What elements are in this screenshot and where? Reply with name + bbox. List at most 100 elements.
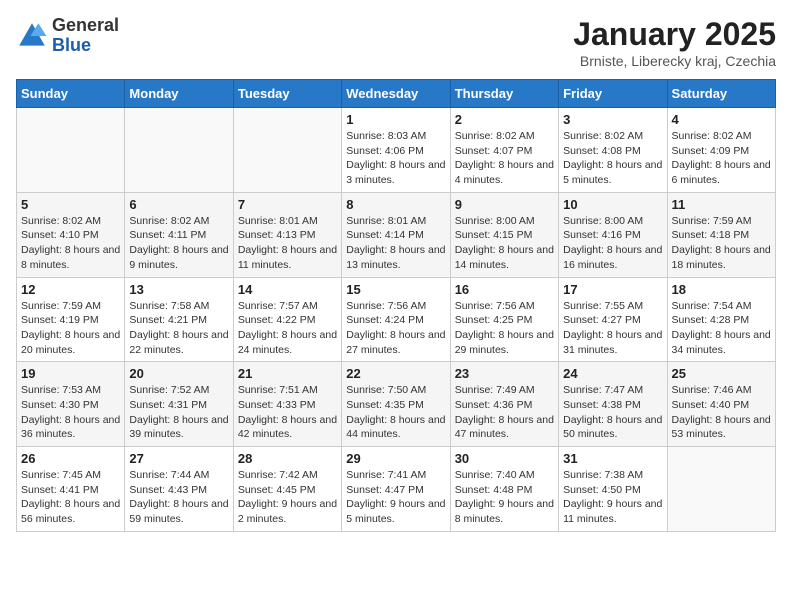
weekday-header: Monday	[125, 80, 233, 108]
calendar-cell: 13 Sunrise: 7:58 AM Sunset: 4:21 PM Dayli…	[125, 277, 233, 362]
day-number: 23	[455, 366, 554, 381]
calendar-title: January 2025	[573, 16, 776, 53]
day-number: 5	[21, 197, 120, 212]
day-info: Sunrise: 8:02 AM Sunset: 4:08 PM Dayligh…	[563, 129, 662, 188]
calendar-week-row: 5 Sunrise: 8:02 AM Sunset: 4:10 PM Daylig…	[17, 192, 776, 277]
calendar-cell: 2 Sunrise: 8:02 AM Sunset: 4:07 PM Daylig…	[450, 108, 558, 193]
day-info: Sunrise: 7:56 AM Sunset: 4:24 PM Dayligh…	[346, 299, 445, 358]
day-number: 27	[129, 451, 228, 466]
calendar-cell: 15 Sunrise: 7:56 AM Sunset: 4:24 PM Dayli…	[342, 277, 450, 362]
day-number: 15	[346, 282, 445, 297]
day-number: 30	[455, 451, 554, 466]
day-number: 28	[238, 451, 337, 466]
calendar-week-row: 26Sunrise: 7:45 AM Sunset: 4:41 PM Dayli…	[17, 447, 776, 532]
calendar-cell: 22Sunrise: 7:50 AM Sunset: 4:35 PM Dayli…	[342, 362, 450, 447]
day-number: 25	[672, 366, 771, 381]
calendar-header: SundayMondayTuesdayWednesdayThursdayFrid…	[17, 80, 776, 108]
calendar-cell: 1 Sunrise: 8:03 AM Sunset: 4:06 PM Daylig…	[342, 108, 450, 193]
day-info: Sunrise: 8:00 AM Sunset: 4:15 PM Dayligh…	[455, 214, 554, 273]
calendar-cell: 5 Sunrise: 8:02 AM Sunset: 4:10 PM Daylig…	[17, 192, 125, 277]
day-number: 13	[129, 282, 228, 297]
day-info: Sunrise: 8:01 AM Sunset: 4:14 PM Dayligh…	[346, 214, 445, 273]
day-info: Sunrise: 8:02 AM Sunset: 4:09 PM Dayligh…	[672, 129, 771, 188]
calendar-cell	[17, 108, 125, 193]
day-info: Sunrise: 7:59 AM Sunset: 4:18 PM Dayligh…	[672, 214, 771, 273]
calendar-cell: 7Sunrise: 8:01 AM Sunset: 4:13 PM Daylig…	[233, 192, 341, 277]
calendar-cell: 27 Sunrise: 7:44 AM Sunset: 4:43 PM Dayli…	[125, 447, 233, 532]
weekday-header: Saturday	[667, 80, 775, 108]
calendar-cell: 3Sunrise: 8:02 AM Sunset: 4:08 PM Daylig…	[559, 108, 667, 193]
weekday-header: Friday	[559, 80, 667, 108]
day-info: Sunrise: 7:49 AM Sunset: 4:36 PM Dayligh…	[455, 383, 554, 442]
day-info: Sunrise: 7:41 AM Sunset: 4:47 PM Dayligh…	[346, 468, 445, 527]
day-info: Sunrise: 7:55 AM Sunset: 4:27 PM Dayligh…	[563, 299, 662, 358]
day-info: Sunrise: 7:52 AM Sunset: 4:31 PM Dayligh…	[129, 383, 228, 442]
weekday-header: Tuesday	[233, 80, 341, 108]
calendar-cell: 10 Sunrise: 8:00 AM Sunset: 4:16 PM Dayli…	[559, 192, 667, 277]
day-info: Sunrise: 7:51 AM Sunset: 4:33 PM Dayligh…	[238, 383, 337, 442]
title-block: January 2025 Brniste, Liberecky kraj, Cz…	[573, 16, 776, 69]
calendar-cell: 17 Sunrise: 7:55 AM Sunset: 4:27 PM Dayli…	[559, 277, 667, 362]
day-number: 21	[238, 366, 337, 381]
calendar-cell	[667, 447, 775, 532]
day-info: Sunrise: 7:58 AM Sunset: 4:21 PM Dayligh…	[129, 299, 228, 358]
day-number: 24	[563, 366, 662, 381]
calendar-cell: 19Sunrise: 7:53 AM Sunset: 4:30 PM Dayli…	[17, 362, 125, 447]
calendar-cell: 25 Sunrise: 7:46 AM Sunset: 4:40 PM Dayli…	[667, 362, 775, 447]
calendar-week-row: 12Sunrise: 7:59 AM Sunset: 4:19 PM Dayli…	[17, 277, 776, 362]
day-info: Sunrise: 8:00 AM Sunset: 4:16 PM Dayligh…	[563, 214, 662, 273]
day-info: Sunrise: 8:02 AM Sunset: 4:07 PM Dayligh…	[455, 129, 554, 188]
calendar-cell: 20 Sunrise: 7:52 AM Sunset: 4:31 PM Dayli…	[125, 362, 233, 447]
calendar-cell	[125, 108, 233, 193]
day-info: Sunrise: 7:54 AM Sunset: 4:28 PM Dayligh…	[672, 299, 771, 358]
day-number: 14	[238, 282, 337, 297]
day-info: Sunrise: 8:03 AM Sunset: 4:06 PM Dayligh…	[346, 129, 445, 188]
calendar-cell: 23 Sunrise: 7:49 AM Sunset: 4:36 PM Dayli…	[450, 362, 558, 447]
day-number: 20	[129, 366, 228, 381]
day-number: 16	[455, 282, 554, 297]
weekday-header: Wednesday	[342, 80, 450, 108]
day-number: 7	[238, 197, 337, 212]
weekday-header: Sunday	[17, 80, 125, 108]
day-info: Sunrise: 7:38 AM Sunset: 4:50 PM Dayligh…	[563, 468, 662, 527]
calendar-cell: 4 Sunrise: 8:02 AM Sunset: 4:09 PM Daylig…	[667, 108, 775, 193]
calendar-cell: 6Sunrise: 8:02 AM Sunset: 4:11 PM Daylig…	[125, 192, 233, 277]
day-info: Sunrise: 7:57 AM Sunset: 4:22 PM Dayligh…	[238, 299, 337, 358]
calendar-cell: 26Sunrise: 7:45 AM Sunset: 4:41 PM Dayli…	[17, 447, 125, 532]
day-number: 6	[129, 197, 228, 212]
day-number: 18	[672, 282, 771, 297]
day-number: 1	[346, 112, 445, 127]
logo-icon	[16, 20, 48, 52]
day-number: 31	[563, 451, 662, 466]
calendar-table: SundayMondayTuesdayWednesdayThursdayFrid…	[16, 79, 776, 532]
calendar-cell: 24Sunrise: 7:47 AM Sunset: 4:38 PM Dayli…	[559, 362, 667, 447]
calendar-cell: 14 Sunrise: 7:57 AM Sunset: 4:22 PM Dayli…	[233, 277, 341, 362]
day-number: 8	[346, 197, 445, 212]
logo-text: General Blue	[52, 16, 119, 56]
weekday-row: SundayMondayTuesdayWednesdayThursdayFrid…	[17, 80, 776, 108]
day-info: Sunrise: 7:53 AM Sunset: 4:30 PM Dayligh…	[21, 383, 120, 442]
calendar-week-row: 1 Sunrise: 8:03 AM Sunset: 4:06 PM Daylig…	[17, 108, 776, 193]
calendar-cell: 28 Sunrise: 7:42 AM Sunset: 4:45 PM Dayli…	[233, 447, 341, 532]
day-info: Sunrise: 8:02 AM Sunset: 4:10 PM Dayligh…	[21, 214, 120, 273]
day-info: Sunrise: 7:44 AM Sunset: 4:43 PM Dayligh…	[129, 468, 228, 527]
calendar-week-row: 19Sunrise: 7:53 AM Sunset: 4:30 PM Dayli…	[17, 362, 776, 447]
day-info: Sunrise: 7:46 AM Sunset: 4:40 PM Dayligh…	[672, 383, 771, 442]
calendar-cell: 9Sunrise: 8:00 AM Sunset: 4:15 PM Daylig…	[450, 192, 558, 277]
calendar-cell: 16 Sunrise: 7:56 AM Sunset: 4:25 PM Dayli…	[450, 277, 558, 362]
day-info: Sunrise: 7:56 AM Sunset: 4:25 PM Dayligh…	[455, 299, 554, 358]
day-number: 4	[672, 112, 771, 127]
day-number: 17	[563, 282, 662, 297]
calendar-cell	[233, 108, 341, 193]
calendar-cell: 12Sunrise: 7:59 AM Sunset: 4:19 PM Dayli…	[17, 277, 125, 362]
day-number: 11	[672, 197, 771, 212]
calendar-cell: 29 Sunrise: 7:41 AM Sunset: 4:47 PM Dayli…	[342, 447, 450, 532]
logo-general: General	[52, 16, 119, 36]
day-number: 29	[346, 451, 445, 466]
day-info: Sunrise: 7:42 AM Sunset: 4:45 PM Dayligh…	[238, 468, 337, 527]
calendar-cell: 31 Sunrise: 7:38 AM Sunset: 4:50 PM Dayli…	[559, 447, 667, 532]
logo-blue: Blue	[52, 36, 119, 56]
day-number: 10	[563, 197, 662, 212]
day-info: Sunrise: 7:40 AM Sunset: 4:48 PM Dayligh…	[455, 468, 554, 527]
day-number: 2	[455, 112, 554, 127]
